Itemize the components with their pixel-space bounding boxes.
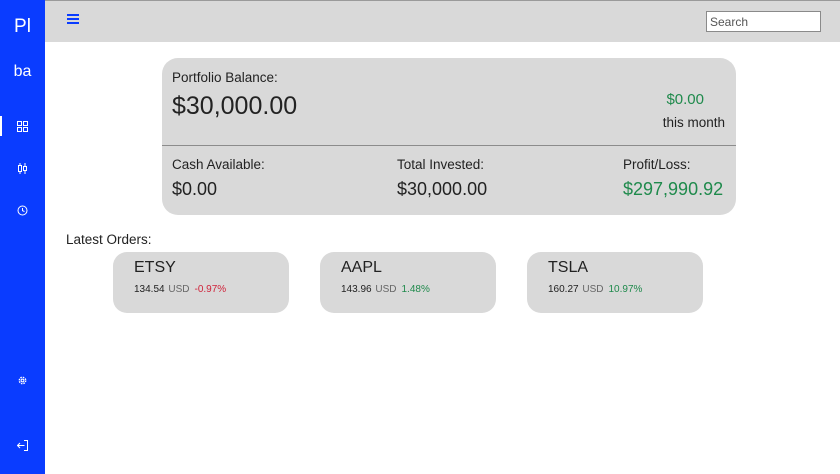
order-price: 134.54: [134, 284, 165, 295]
top-bar: [45, 0, 840, 42]
settings-icon[interactable]: [0, 370, 45, 390]
order-card[interactable]: TSLA 160.27 USD 10.97%: [527, 252, 703, 313]
logo-line-2: ba: [13, 63, 32, 80]
order-change: 10.97%: [608, 284, 643, 295]
cash-available-value: $0.00: [172, 179, 218, 199]
order-price-line: 134.54 USD -0.97%: [134, 284, 226, 295]
search-input[interactable]: [706, 11, 821, 32]
order-currency: USD: [168, 284, 190, 295]
order-card[interactable]: ETSY 134.54 USD -0.97%: [113, 252, 289, 313]
latest-orders-title: Latest Orders:: [66, 232, 152, 247]
order-symbol: TSLA: [548, 259, 589, 276]
logo-line-1[interactable]: Pl: [0, 16, 45, 38]
total-invested-value: $30,000.00: [397, 179, 488, 199]
order-price-line: 143.96 USD 1.48%: [341, 284, 430, 295]
order-change: 1.48%: [401, 284, 430, 295]
cash-available-stat: Cash Available: $0.00: [172, 157, 265, 200]
profit-loss-value: $297,990.92: [623, 179, 724, 199]
order-currency: USD: [375, 284, 397, 295]
balance-stats: Cash Available: $0.00 Total Invested: $3…: [162, 147, 736, 215]
portfolio-balance-amount: $30,000.00: [172, 92, 298, 120]
order-price: 143.96: [341, 284, 372, 295]
menu-icon[interactable]: [67, 14, 79, 26]
order-currency: USD: [582, 284, 604, 295]
order-price-line: 160.27 USD 10.97%: [548, 284, 642, 295]
profit-loss-label: Profit/Loss:: [623, 157, 691, 172]
order-symbol: ETSY: [134, 259, 176, 276]
history-icon[interactable]: [0, 200, 45, 220]
total-invested-label: Total Invested:: [397, 157, 485, 172]
profit-loss-stat: Profit/Loss: $297,990.92: [623, 157, 723, 200]
portfolio-balance-card: Portfolio Balance: $30,000.00 $0.00 this…: [162, 58, 736, 215]
total-invested-stat: Total Invested: $30,000.00: [397, 157, 487, 200]
order-price: 160.27: [548, 284, 579, 295]
order-symbol: AAPL: [341, 259, 382, 276]
sidebar: Pl ba: [0, 0, 45, 474]
logout-icon[interactable]: [0, 435, 45, 455]
portfolio-balance-label: Portfolio Balance:: [172, 70, 278, 85]
order-card[interactable]: AAPL 143.96 USD 1.48%: [320, 252, 496, 313]
dashboard-icon[interactable]: [0, 116, 45, 136]
candlestick-icon[interactable]: [0, 158, 45, 178]
monthly-change-value: $0.00: [666, 91, 704, 108]
order-change: -0.97%: [194, 284, 227, 295]
cash-available-label: Cash Available:: [172, 157, 265, 172]
monthly-change-label: this month: [662, 115, 725, 130]
balance-summary: Portfolio Balance: $30,000.00 $0.00 this…: [162, 58, 736, 146]
